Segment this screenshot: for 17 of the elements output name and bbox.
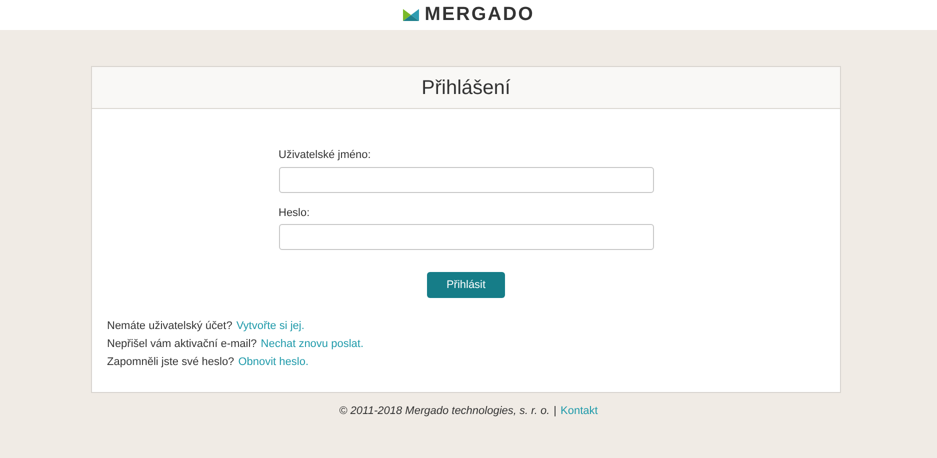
help-text: Zapomněli jste své heslo? — [107, 356, 234, 369]
login-button[interactable]: Přihlásit — [427, 272, 505, 298]
field-label: Uživatelské jméno: — [278, 148, 372, 163]
help-link[interactable]: Nechat znovu poslat. — [260, 338, 364, 351]
help-link[interactable]: Vytvořte si jej. — [236, 320, 304, 333]
input-field[interactable] — [278, 224, 654, 250]
contact-link[interactable]: Kontakt — [560, 403, 598, 420]
field-label: Heslo: — [278, 206, 311, 220]
copyright-text: © 2011-2018 Mergado technologies, s. r. o. — [339, 404, 550, 419]
logo-text: MERGADO — [424, 2, 534, 27]
separator: | — [554, 404, 557, 419]
help-link[interactable]: Obnovit heslo. — [238, 356, 309, 369]
help-text: Nemáte uživatelský účet? — [107, 320, 232, 333]
help-text: Nepřišel vám aktivační e-mail? — [107, 338, 257, 351]
card-title: Přihlášení — [422, 76, 510, 100]
logo-icon — [402, 9, 419, 21]
input-field[interactable] — [278, 166, 654, 192]
